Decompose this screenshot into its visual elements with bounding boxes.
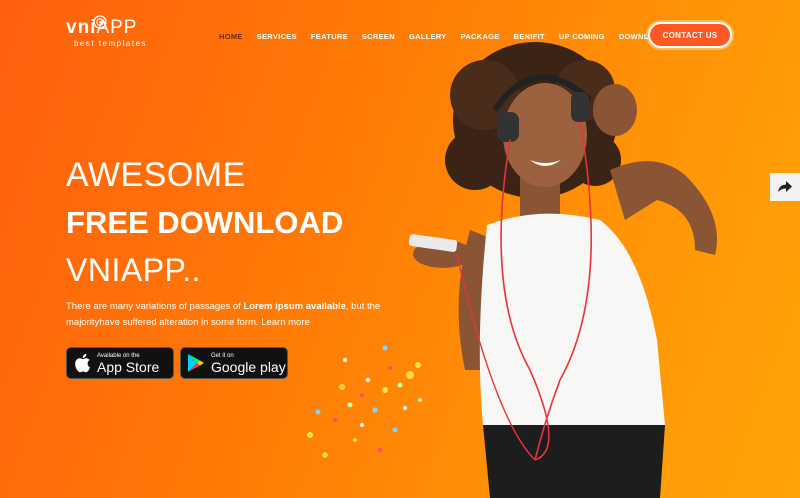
hero-title-line2: FREE DOWNLOAD <box>66 205 344 240</box>
google-play-icon <box>188 354 204 372</box>
app-store-button[interactable]: Available on the App Store <box>66 347 174 379</box>
share-icon <box>778 181 792 192</box>
logo-swirl-icon <box>93 15 107 29</box>
share-button[interactable] <box>770 173 800 201</box>
hero-title-line3: VNIAPP.. <box>66 252 202 288</box>
app-store-big-text: App Store <box>97 358 160 375</box>
hero-person-image <box>408 42 717 498</box>
nav-item-feature[interactable]: FEATURE <box>311 32 348 41</box>
hero-desc-part1: There are many variations of passages of <box>66 301 244 312</box>
logo-bold-text: vni <box>66 17 97 38</box>
nav-item-services[interactable]: SERVICES <box>257 32 297 41</box>
logo[interactable]: vniAPP best templates <box>66 15 148 48</box>
hero-title-line1: AWESOME <box>66 156 246 194</box>
nav-item-home[interactable]: HOME <box>219 32 243 41</box>
apple-icon <box>75 353 91 373</box>
nav-item-screen[interactable]: SCREEN <box>362 32 395 41</box>
logo-tagline: best templates <box>74 39 148 48</box>
app-store-small-text: Available on the <box>97 352 140 359</box>
